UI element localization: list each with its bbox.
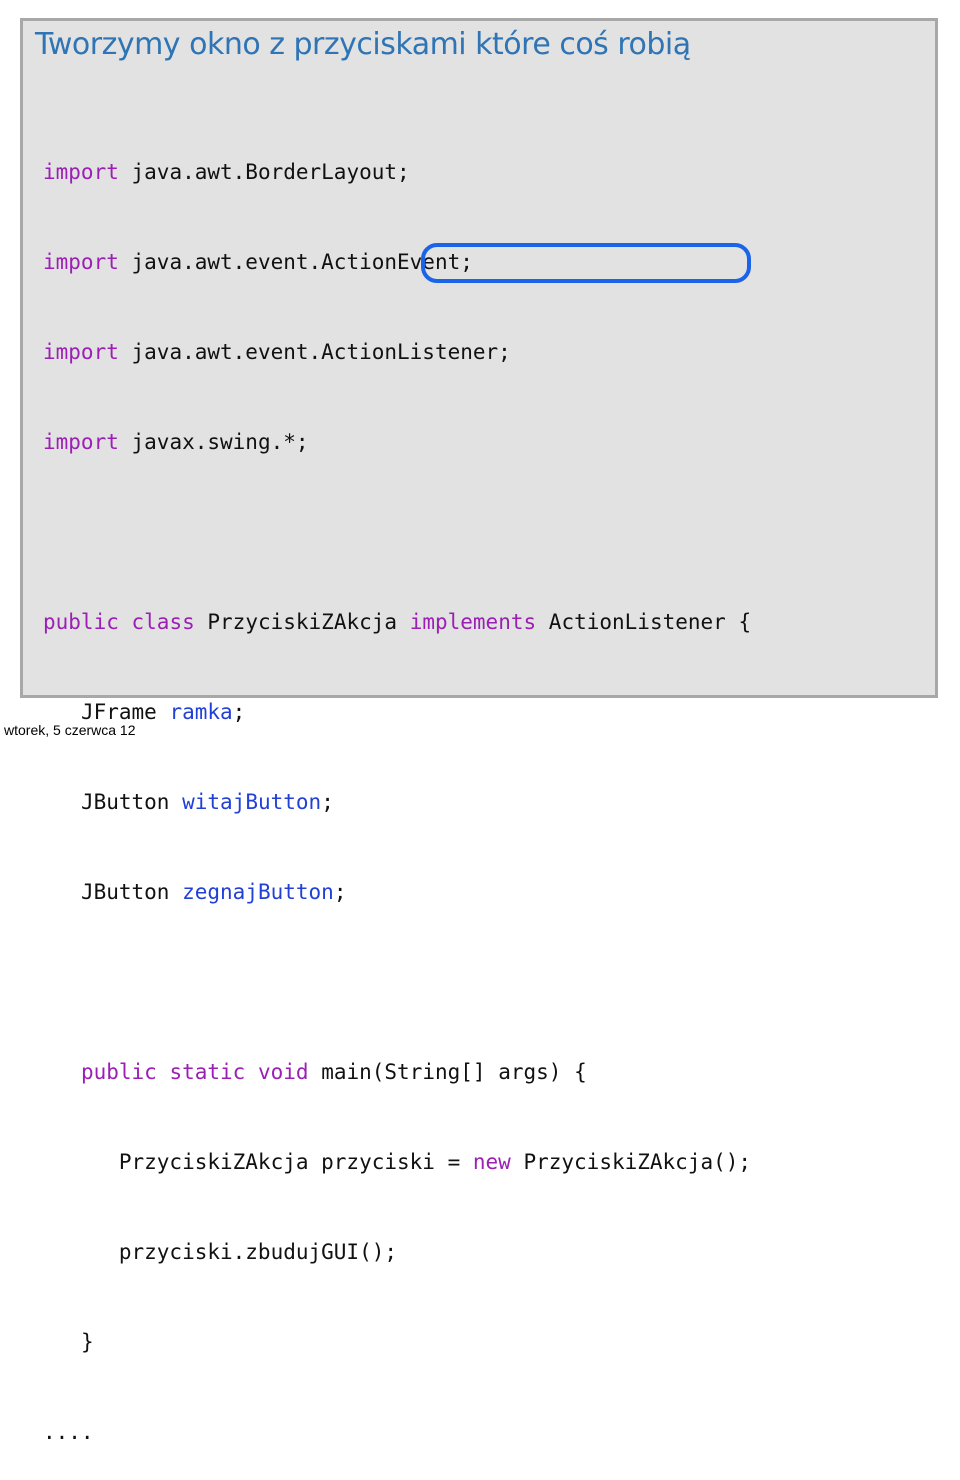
field-type: JButton xyxy=(80,790,170,814)
close-brace: } xyxy=(80,1330,94,1354)
code-line-ellipsis: .... xyxy=(43,1417,751,1447)
import-path: java.awt.event.ActionListener; xyxy=(131,340,511,364)
code-line-main-build-gui: przyciski.zbudujGUI(); xyxy=(43,1237,751,1267)
instance-declaration: PrzyciskiZAkcja przyciski = xyxy=(118,1150,473,1174)
keyword-import: import xyxy=(43,250,119,274)
method-call: przyciski.zbudujGUI(); xyxy=(118,1240,398,1264)
code-line-import-3: import java.awt.event.ActionListener; xyxy=(43,337,751,367)
keyword-import: import xyxy=(43,340,119,364)
semicolon: ; xyxy=(333,880,347,904)
import-path: java.awt.BorderLayout; xyxy=(131,160,410,184)
keyword-void: void xyxy=(257,1060,309,1084)
code-line-import-1: import java.awt.BorderLayout; xyxy=(43,157,751,187)
keyword-static: static xyxy=(169,1060,246,1084)
field-name: witajButton xyxy=(182,790,322,814)
code-line-import-4: import javax.swing.*; xyxy=(43,427,751,457)
code-line-close-brace: } xyxy=(43,1327,751,1357)
code-line-field-zegnaj: JButton zegnajButton; xyxy=(43,877,751,907)
highlight-oval-annotation xyxy=(421,243,751,283)
constructor-call: PrzyciskiZAkcja(); xyxy=(510,1150,752,1174)
semicolon: ; xyxy=(321,790,334,814)
footer-date: wtorek, 5 czerwca 12 xyxy=(4,722,136,738)
code-line-main-declaration: public static void main(String[] args) { xyxy=(43,1057,751,1087)
ellipsis: .... xyxy=(43,1420,94,1444)
code-line-class-declaration: public class PrzyciskiZAkcja implements … xyxy=(43,607,751,637)
field-name: ramka xyxy=(169,700,233,724)
keyword-implements: implements xyxy=(409,610,537,634)
interface-name: ActionListener xyxy=(548,610,726,634)
field-type: JButton xyxy=(80,880,170,904)
keyword-class: class xyxy=(131,610,195,634)
slide-panel: Tworzymy okno z przyciskami które coś ro… xyxy=(20,18,938,1444)
keyword-public: public xyxy=(80,1060,157,1084)
field-name: zegnajButton xyxy=(182,880,334,904)
keyword-new: new xyxy=(472,1150,511,1174)
open-brace: { xyxy=(738,610,752,634)
code-line-field-witaj: JButton witajButton; xyxy=(43,787,751,817)
code-line-field-ramka: JFrame ramka; xyxy=(43,697,751,727)
main-signature: main(String[] args) { xyxy=(321,1060,587,1084)
import-path: javax.swing.*; xyxy=(131,430,309,454)
slide-title: Tworzymy okno z przyciskami które coś ro… xyxy=(35,27,691,62)
code-line-main-new-instance: PrzyciskiZAkcja przyciski = new Przycisk… xyxy=(43,1147,751,1177)
keyword-import: import xyxy=(43,430,119,454)
field-type: JFrame xyxy=(80,700,157,724)
keyword-public: public xyxy=(43,610,119,634)
class-name: PrzyciskiZAkcja xyxy=(207,610,398,634)
semicolon: ; xyxy=(232,700,246,724)
keyword-import: import xyxy=(43,160,119,184)
code-block: import java.awt.BorderLayout; import jav… xyxy=(43,97,751,1480)
